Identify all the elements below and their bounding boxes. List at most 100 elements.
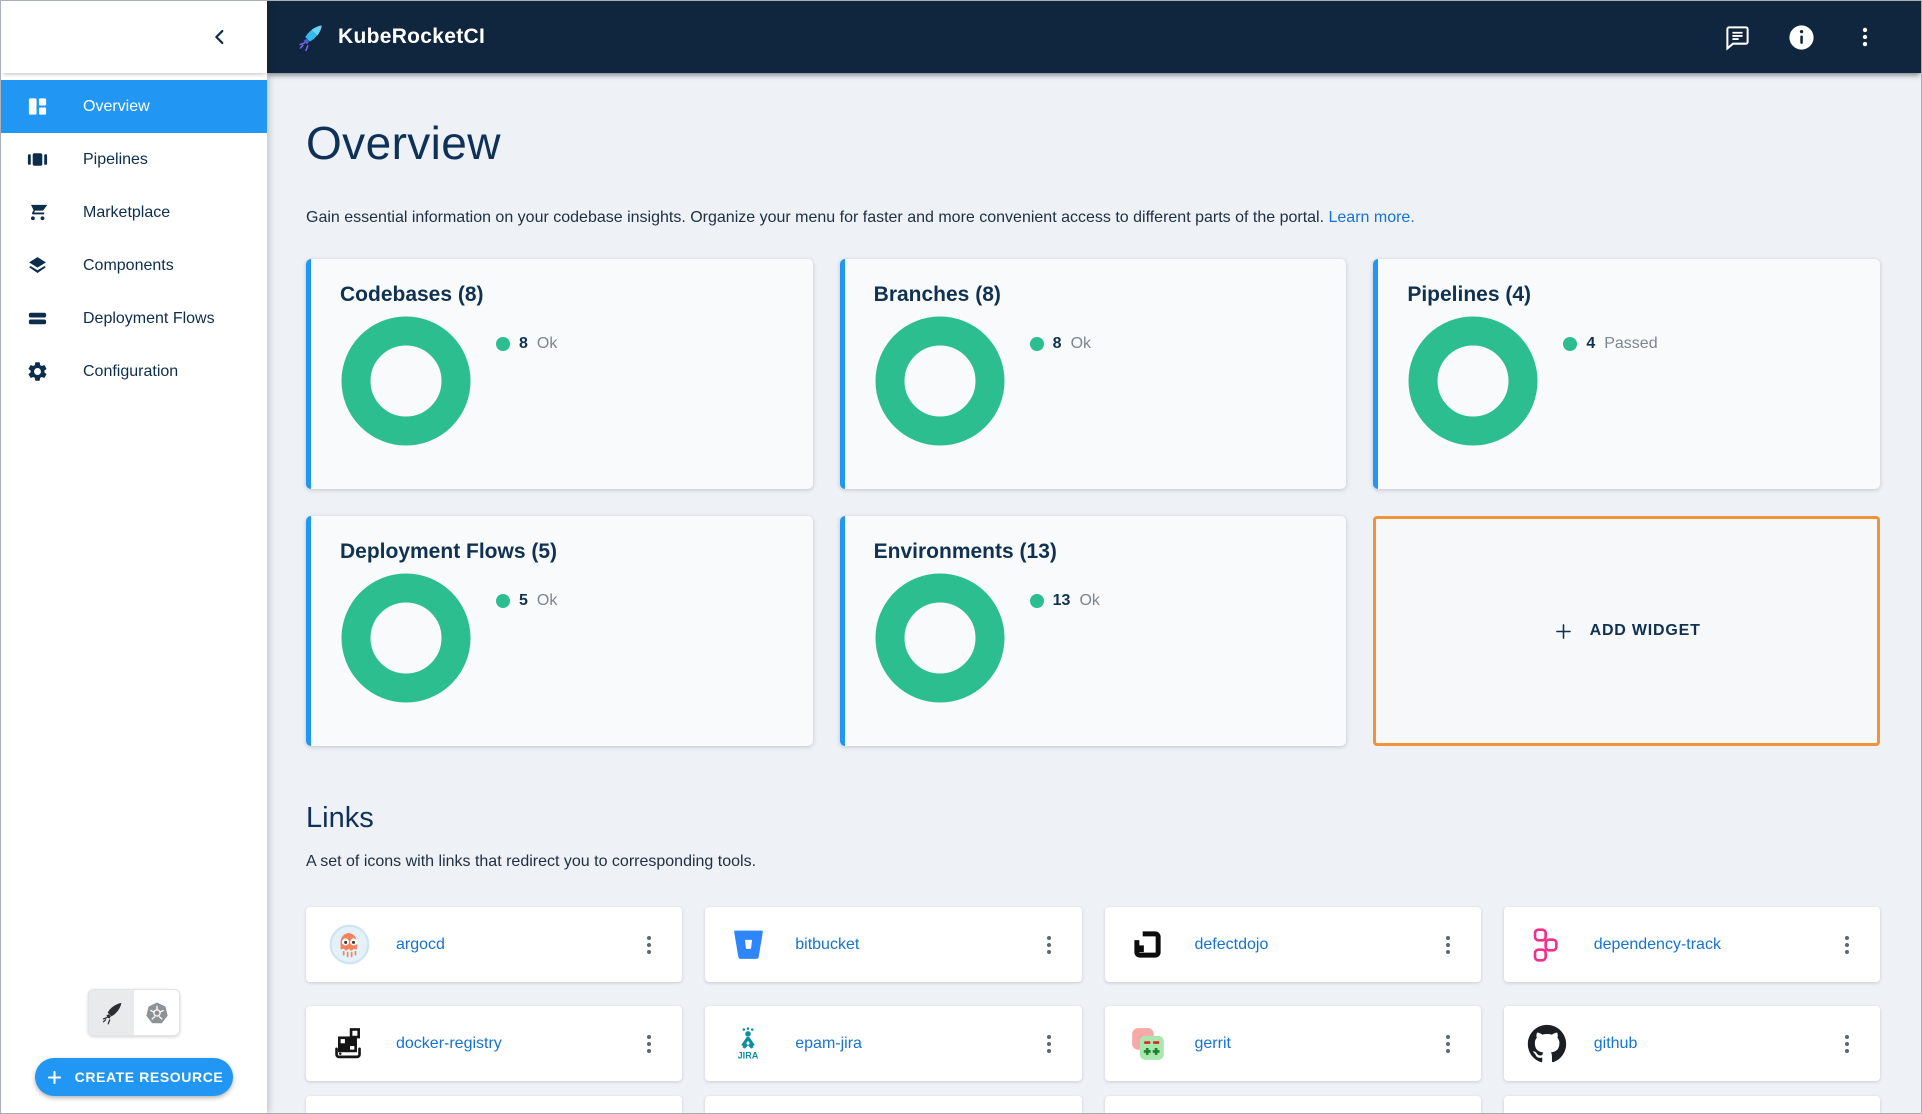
bitbucket-menu-button[interactable] (1034, 930, 1064, 960)
bitbucket-icon (727, 924, 769, 966)
widget-body: 5 Ok (340, 572, 813, 704)
epam-jira-menu-button[interactable] (1034, 1029, 1064, 1059)
legend-count: 4 (1586, 335, 1596, 352)
page-description: Gain essential information on your codeb… (306, 209, 1880, 227)
link-card-partial (1503, 1096, 1880, 1113)
legend-dot (1029, 337, 1044, 351)
kubernetes-icon (145, 1002, 168, 1023)
dependency-track-menu-button[interactable] (1832, 930, 1862, 960)
main-column: KubeRocketCI Overview Gain essential inf… (267, 1, 1921, 1113)
kebab-menu-icon (647, 1041, 652, 1046)
bitbucket-link[interactable]: bitbucket (795, 936, 859, 954)
sidebar-header (1, 1, 267, 73)
add-widget-button[interactable]: ADD WIDGET (1373, 516, 1880, 746)
docker-registry-link[interactable]: docker-registry (396, 1035, 502, 1053)
environments-donut-chart[interactable] (874, 572, 1006, 704)
page-title: Overview (306, 117, 501, 169)
widget-deployment-flows: Deployment Flows (5) 5 Ok (306, 516, 813, 746)
argocd-icon (328, 924, 370, 966)
link-card-docker-registry: docker-registry (306, 1006, 683, 1081)
sidebar-item-pipelines[interactable]: Pipelines (1, 133, 267, 186)
collapse-sidebar-button[interactable] (201, 18, 239, 56)
pipelines-donut-chart[interactable] (1407, 315, 1539, 447)
plus-icon (1555, 623, 1571, 639)
sidebar-item-label: Configuration (83, 362, 179, 380)
kebab-menu-icon (1862, 27, 1868, 47)
widget-title: Environments (13) (873, 540, 1057, 563)
sidebar-item-components[interactable]: Components (1, 239, 267, 292)
sidebar-item-deployment-flows[interactable]: Deployment Flows (1, 292, 267, 345)
kubernetes-view-toggle[interactable] (134, 990, 179, 1035)
github-link[interactable]: github (1594, 1035, 1638, 1053)
view-toggle-group (88, 989, 180, 1036)
sidebar-item-configuration[interactable]: Configuration (1, 345, 267, 398)
links-grid-partial-row (306, 1096, 1880, 1113)
link-card-argocd: argocd (306, 907, 683, 982)
feedback-button[interactable] (1717, 17, 1757, 57)
gerrit-link[interactable]: gerrit (1195, 1035, 1231, 1053)
dependency-track-icon (1526, 924, 1568, 966)
widget-body: 13 Ok (874, 572, 1347, 704)
sidebar-nav: Overview Pipelines Marketplace Component… (1, 80, 267, 398)
kebab-menu-icon (1046, 942, 1051, 947)
cart-icon (25, 201, 49, 225)
docker-registry-menu-button[interactable] (634, 1029, 664, 1059)
kebab-menu-icon (1445, 942, 1450, 947)
widget-pipelines: Pipelines (4) 4 Passed (1373, 259, 1880, 489)
deployment-flows-donut-chart[interactable] (340, 572, 472, 704)
legend-label: Ok (1070, 335, 1092, 352)
link-card-github: github (1503, 1006, 1880, 1081)
legend-row: 8 Ok (1029, 333, 1092, 355)
info-button[interactable] (1781, 17, 1821, 57)
flows-icon (25, 307, 49, 331)
epam-jira-link[interactable]: epam-jira (795, 1035, 862, 1053)
jira-icon: JIRA (727, 1023, 769, 1065)
github-menu-button[interactable] (1832, 1029, 1862, 1059)
kebab-menu-icon (1445, 1041, 1450, 1046)
link-card-bitbucket: bitbucket (705, 907, 1082, 982)
branches-donut-chart[interactable] (874, 315, 1006, 447)
learn-more-link[interactable]: Learn more. (1329, 209, 1415, 226)
kuberocketci-portal: Overview Pipelines Marketplace Component… (0, 0, 1922, 1114)
rocket-logo-icon (299, 24, 322, 51)
link-card-defectdojo: defectdojo (1104, 907, 1481, 982)
layers-icon (25, 254, 49, 278)
create-resource-button[interactable]: CREATE RESOURCE (35, 1058, 233, 1096)
sidebar-item-marketplace[interactable]: Marketplace (1, 186, 267, 239)
sidebar-item-label: Marketplace (83, 203, 171, 221)
kebab-menu-icon (647, 942, 652, 947)
legend-dot (1563, 337, 1578, 351)
more-menu-button[interactable] (1845, 17, 1885, 57)
argocd-link[interactable]: argocd (396, 936, 445, 954)
widget-environments: Environments (13) 13 Ok (839, 516, 1347, 746)
gerrit-menu-button[interactable] (1433, 1029, 1463, 1059)
link-card-epam-jira: JIRA epam-jira (705, 1006, 1082, 1081)
defectdojo-link[interactable]: defectdojo (1195, 936, 1269, 954)
dependency-track-link[interactable]: dependency-track (1594, 936, 1721, 954)
links-grid: argocd bitbucket defectdojo dependency-t… (306, 907, 1880, 1081)
widget-title: Codebases (8) (340, 283, 484, 306)
link-card-gerrit: gerrit (1104, 1006, 1481, 1081)
kuberocketci-view-toggle[interactable] (89, 990, 134, 1035)
legend-dot (496, 594, 510, 608)
sidebar-item-label: Deployment Flows (83, 309, 215, 327)
sidebar-item-overview[interactable]: Overview (1, 80, 267, 133)
gerrit-icon (1127, 1023, 1169, 1065)
legend-label: Ok (1079, 592, 1100, 609)
legend-row: 5 Ok (496, 590, 557, 612)
argocd-menu-button[interactable] (634, 930, 664, 960)
codebases-donut-chart[interactable] (340, 315, 472, 447)
create-resource-label: CREATE RESOURCE (74, 1069, 224, 1085)
app-header: KubeRocketCI (267, 1, 1921, 73)
link-card-dependency-track: dependency-track (1503, 907, 1880, 982)
widget-title: Pipelines (4) (1407, 283, 1532, 306)
defectdojo-menu-button[interactable] (1433, 930, 1463, 960)
legend-count: 8 (1052, 335, 1062, 352)
brand[interactable]: KubeRocketCI (295, 22, 485, 53)
sidebar-item-label: Components (83, 256, 174, 274)
sidebar: Overview Pipelines Marketplace Component… (1, 1, 267, 1113)
chat-icon (1725, 25, 1749, 51)
links-section-description: A set of icons with links that redirect … (306, 853, 757, 870)
gear-icon (25, 360, 49, 384)
